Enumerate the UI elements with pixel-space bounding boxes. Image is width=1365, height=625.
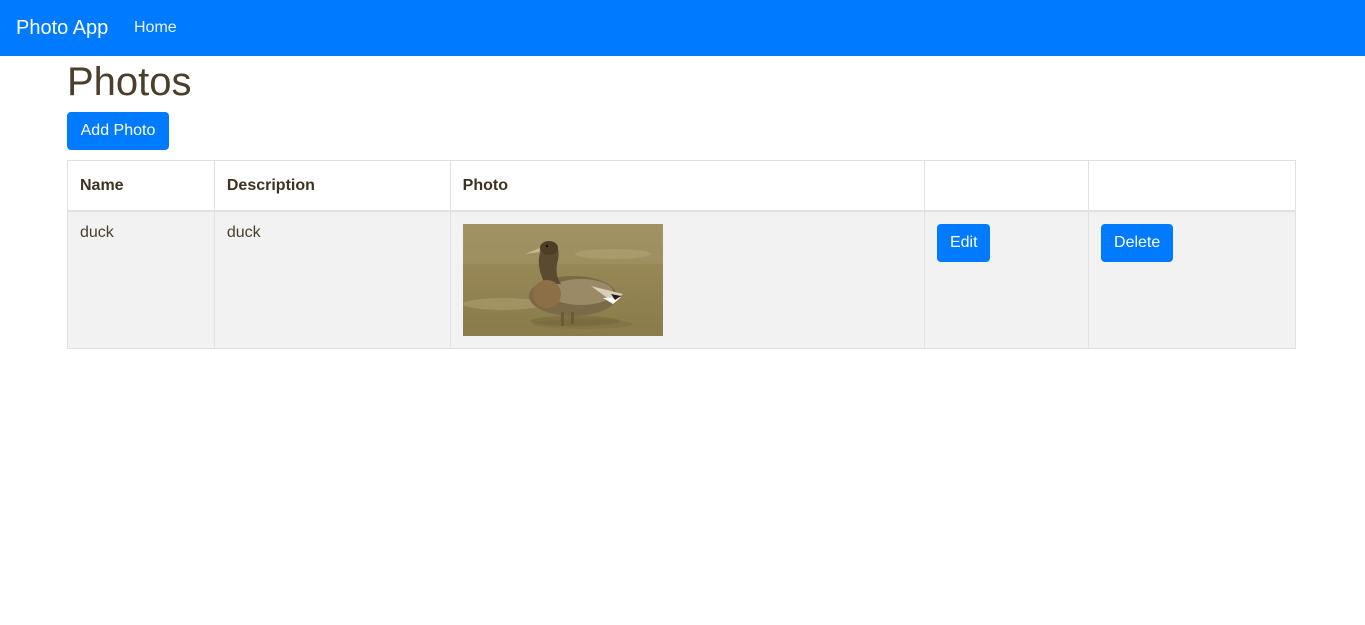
page-title: Photos	[67, 60, 192, 104]
brand-link[interactable]: Photo App	[16, 15, 108, 41]
column-header-edit	[924, 160, 1090, 212]
table-row: duck duck Edit Delete	[67, 210, 1296, 349]
nav-link-home[interactable]: Home	[134, 18, 177, 38]
column-header-name: Name	[67, 160, 215, 212]
duck-photo	[462, 223, 663, 336]
navbar: Photo App Home	[0, 0, 1365, 56]
column-header-delete	[1088, 160, 1296, 212]
cell-delete: Delete	[1088, 210, 1296, 349]
cell-edit: Edit	[924, 210, 1090, 349]
edit-button[interactable]: Edit	[937, 223, 991, 262]
column-header-description: Description	[213, 160, 451, 212]
delete-button[interactable]: Delete	[1101, 223, 1174, 262]
cell-photo	[449, 210, 926, 349]
table-header: Name Description Photo	[67, 160, 1296, 212]
add-photo-button[interactable]: Add Photo	[67, 112, 169, 150]
column-header-photo: Photo	[449, 160, 926, 212]
photos-table: Name Description Photo duck duck Edit De…	[67, 160, 1296, 349]
table-body: duck duck Edit Delete	[67, 210, 1296, 349]
cell-description: duck	[213, 210, 451, 349]
cell-name: duck	[67, 210, 215, 349]
header-row: Name Description Photo	[67, 160, 1296, 212]
